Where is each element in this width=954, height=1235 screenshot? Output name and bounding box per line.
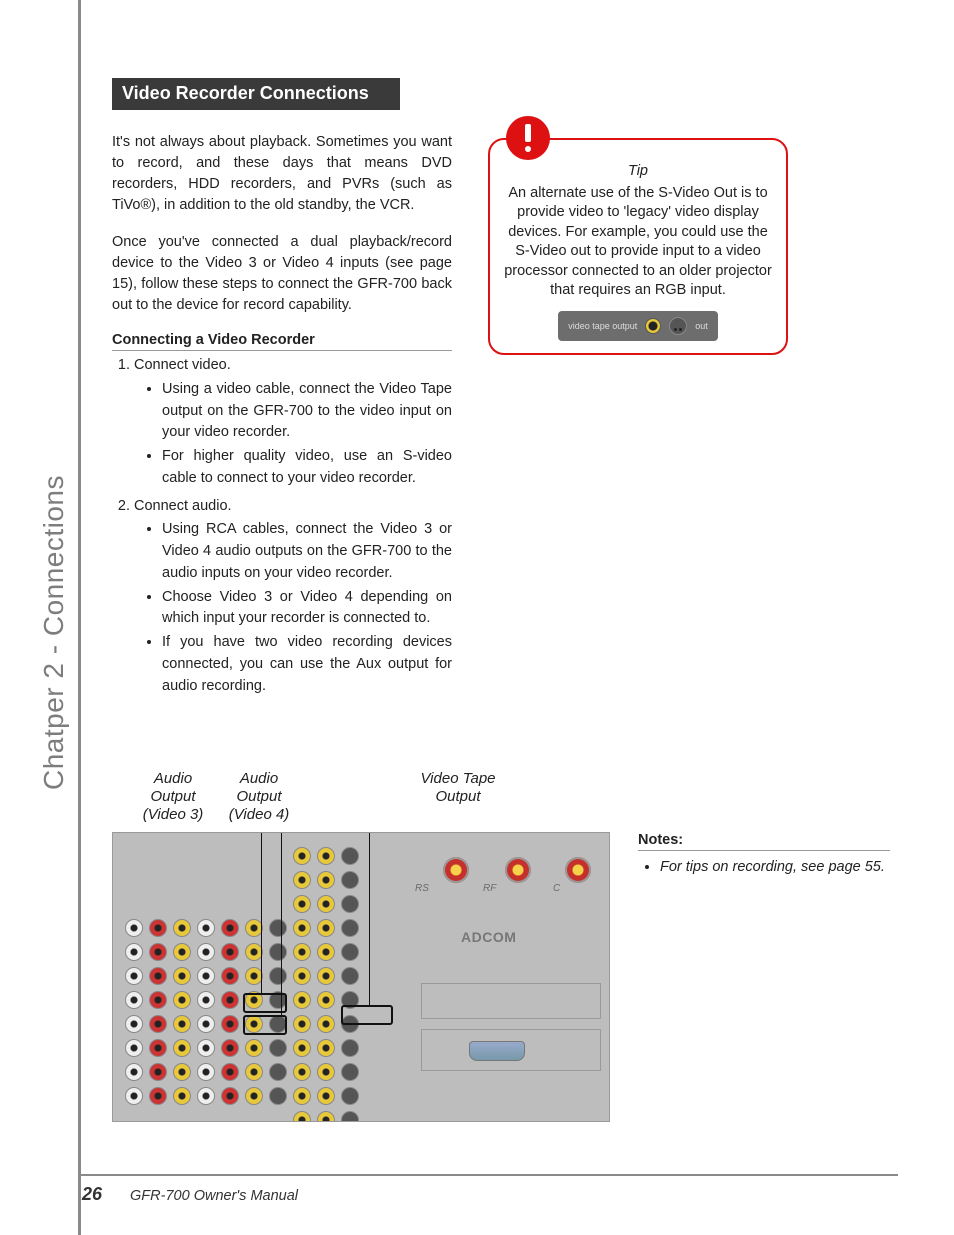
step-2-label: Connect audio. [134, 498, 232, 514]
tip-panel-label-right: out [695, 320, 708, 332]
tip-title: Tip [504, 162, 772, 182]
step-1: Connect video. Using a video cable, conn… [134, 355, 452, 490]
step-2: Connect audio. Using RCA cables, connect… [134, 496, 452, 698]
svideo-jack-icon [669, 317, 687, 335]
leader-line-icon [281, 833, 282, 1015]
page-number: 26 [82, 1184, 102, 1205]
page-footer: 26 GFR-700 Owner's Manual [78, 1174, 898, 1205]
intro-paragraph-1: It's not always about playback. Sometime… [112, 132, 452, 216]
intro-paragraph-2: Once you've connected a dual playback/re… [112, 232, 452, 316]
step-1-label: Connect video. [134, 357, 231, 373]
tip-panel-label-left: video tape output [568, 320, 637, 332]
rear-panel-diagram: RS RF C ADCOM [112, 832, 610, 1122]
panel-outline [421, 983, 601, 1019]
page-content: Video Recorder Connections It's not alwa… [112, 78, 892, 703]
panel-label-rs: RS [415, 883, 429, 894]
highlight-box [243, 993, 287, 1013]
leader-line-icon [261, 833, 262, 993]
tip-column: Tip An alternate use of the S-Video Out … [488, 132, 788, 703]
callout-video-tape-out: Video Tape Output [398, 770, 518, 824]
tip-callout: Tip An alternate use of the S-Video Out … [488, 138, 788, 355]
callout-audio-out-v4: Audio Output (Video 4) [220, 770, 298, 824]
dsub-port-icon [469, 1041, 525, 1061]
manual-page: Chatper 2 - Connections Video Recorder C… [0, 0, 954, 1235]
notes-heading: Notes: [638, 832, 890, 851]
exclamation-icon [506, 116, 550, 160]
tip-body: An alternate use of the S-Video Out is t… [504, 185, 772, 299]
panel-label-c: C [553, 883, 560, 894]
binding-post-icon [565, 857, 591, 883]
left-margin-rule [78, 0, 81, 1235]
rca-jack-icon [645, 318, 661, 334]
notes-column: Notes: For tips on recording, see page 5… [638, 832, 890, 877]
subheading: Connecting a Video Recorder [112, 332, 452, 351]
tip-panel-graphic: video tape output out [558, 311, 718, 341]
body-column: It's not always about playback. Sometime… [112, 132, 452, 703]
notes-item: For tips on recording, see page 55. [660, 857, 890, 877]
highlight-box [341, 1005, 393, 1025]
manual-title: GFR-700 Owner's Manual [130, 1188, 298, 1204]
step-1-bullet: Using a video cable, connect the Video T… [162, 379, 452, 444]
step-2-bullet: If you have two video recording devices … [162, 632, 452, 697]
chapter-side-tab: Chatper 2 - Connections [38, 475, 70, 790]
brand-label: ADCOM [461, 929, 516, 945]
binding-post-icon [443, 857, 469, 883]
highlight-box [243, 1015, 287, 1035]
section-title: Video Recorder Connections [112, 78, 400, 110]
steps-list: Connect video. Using a video cable, conn… [112, 355, 452, 697]
step-1-bullet: For higher quality video, use an S-video… [162, 446, 452, 490]
binding-post-icon [505, 857, 531, 883]
rear-panel-figure: Audio Output (Video 3) Audio Output (Vid… [112, 770, 892, 1122]
leader-line-icon [369, 833, 370, 1005]
callout-audio-out-v3: Audio Output (Video 3) [134, 770, 212, 824]
step-2-bullet: Choose Video 3 or Video 4 depending on w… [162, 587, 452, 631]
panel-label-rf: RF [483, 883, 496, 894]
step-2-bullet: Using RCA cables, connect the Video 3 or… [162, 519, 452, 584]
